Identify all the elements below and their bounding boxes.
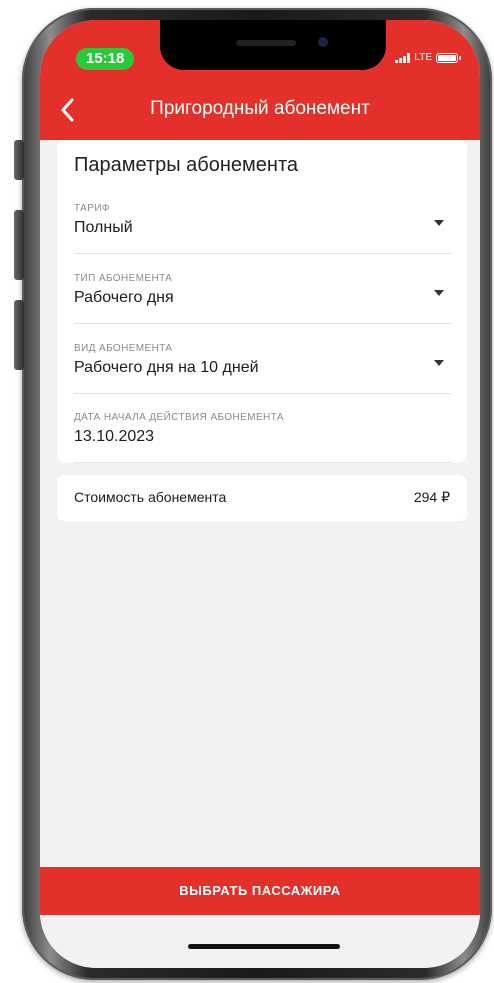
dropdown-arrow-icon [434,220,444,226]
field-value: Рабочего дня [74,289,174,306]
dropdown-arrow-icon [434,360,444,366]
cost-card: Стоимость абонемента 294 ₽ [57,475,467,521]
bottom-area [40,915,480,968]
speaker [236,40,296,46]
status-indicators: LTE [395,52,461,63]
cost-value: 294 ₽ [413,489,450,505]
front-camera [318,37,328,47]
field-value: Полный [74,219,133,236]
mute-switch [14,140,24,180]
notch [160,20,386,70]
cost-label: Стоимость абонемента [74,489,227,505]
home-indicator[interactable] [188,944,340,949]
params-title: Параметры абонемента [74,154,299,176]
field-label: ТАРИФ [74,203,110,214]
volume-up-button [14,210,24,280]
navigation-bar: Пригородный абонемент [40,90,480,130]
tariff-select[interactable]: ТАРИФ Полный [74,203,452,254]
network-type: LTE [414,52,432,63]
page-title: Пригородный абонемент [150,98,370,119]
volume-down-button [14,300,24,370]
field-label: ВИД АБОНЕМЕНТА [74,343,173,354]
field-label: ДАТА НАЧАЛА ДЕЙСТВИЯ АБОНЕМЕНТА [74,412,284,423]
battery-icon [436,52,461,63]
app-screen: 15:18 LTE Пригородный абонемент Параметр… [40,20,480,968]
field-value: 13.10.2023 [74,428,155,445]
start-date-field[interactable]: ДАТА НАЧАЛА ДЕЙСТВИЯ АБОНЕМЕНТА 13.10.20… [74,412,452,463]
signal-icon [395,52,411,63]
dropdown-arrow-icon [434,290,444,296]
params-card: Параметры абонемента ТАРИФ Полный ТИП АБ… [57,140,467,463]
field-label: ТИП АБОНЕМЕНТА [74,273,173,284]
field-value: Рабочего дня на 10 дней [74,359,259,376]
subscription-type-select[interactable]: ТИП АБОНЕМЕНТА Рабочего дня [74,273,452,324]
subscription-kind-select[interactable]: ВИД АБОНЕМЕНТА Рабочего дня на 10 дней [74,343,452,394]
status-time: 15:18 [76,48,135,70]
select-passenger-button[interactable]: ВЫБРАТЬ ПАССАЖИРА [40,867,480,915]
